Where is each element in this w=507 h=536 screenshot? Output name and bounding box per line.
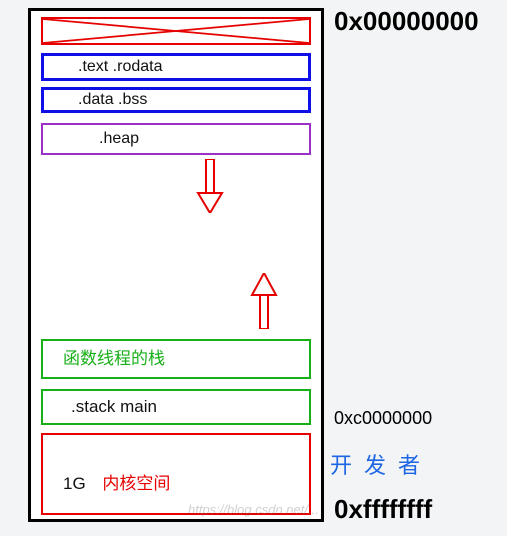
heap-grow-down-arrow-icon	[195, 159, 225, 213]
address-top-label: 0x00000000	[334, 6, 479, 37]
address-kernel-start-label: 0xc0000000	[334, 408, 432, 429]
watermark-line1: 开发者	[330, 453, 432, 478]
watermark-blog-url: https://blog.csdn.net/...	[188, 502, 319, 517]
address-bottom-label: 0xffffffff	[334, 494, 432, 525]
thread-stack-segment: 函数线程的栈	[41, 339, 311, 379]
stack-grow-up-arrow-icon	[249, 273, 279, 329]
heap-segment: .heap	[41, 123, 311, 155]
kernel-space-label: 内核空间	[102, 474, 170, 493]
memory-layout-diagram: .text .rodata .data .bss .heap 函数线程的栈 .s…	[28, 8, 324, 522]
main-stack-segment: .stack main	[41, 389, 311, 425]
watermark-brand: 开发者	[330, 452, 432, 481]
text-rodata-segment: .text .rodata	[41, 53, 311, 81]
reserved-region	[41, 17, 311, 45]
data-bss-segment: .data .bss	[41, 87, 311, 113]
kernel-size-label: 1G	[63, 474, 86, 493]
